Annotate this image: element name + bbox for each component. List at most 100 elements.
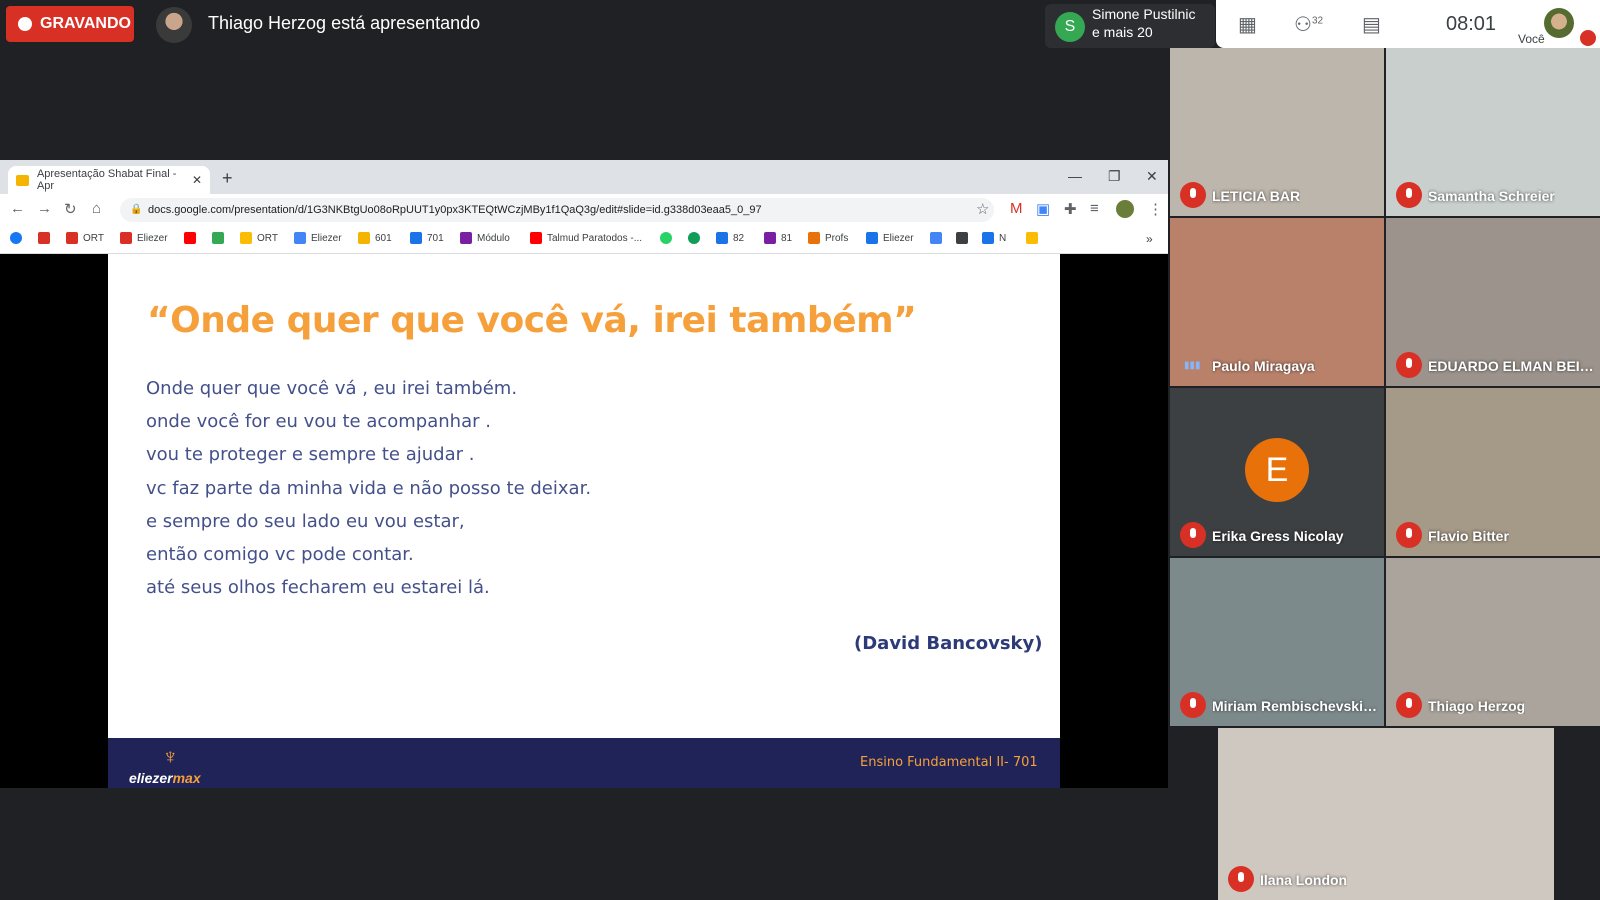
slide-title: “Onde quer que você vá, irei também” [147, 300, 917, 341]
bookmark-81[interactable]: 81 [764, 232, 792, 244]
pill-more: e mais 20 [1092, 24, 1153, 40]
participant-name: Flavio Bitter [1428, 528, 1509, 544]
school-logo: eliezermax [129, 770, 201, 786]
mic-off-icon [1396, 692, 1422, 718]
mic-off-icon [1396, 352, 1422, 378]
participant-name: Ilana London [1260, 872, 1348, 888]
bookmark-calendar-eliezer[interactable]: Eliezer [866, 232, 914, 244]
record-dot-icon [18, 17, 32, 31]
bookmark-82[interactable]: 82 [716, 232, 744, 244]
participant-tile[interactable]: Ilana London [1218, 728, 1554, 900]
profile-avatar[interactable] [1116, 200, 1134, 218]
people-count: 32 [1311, 15, 1324, 27]
self-label: Você [1518, 32, 1545, 46]
new-tab-icon[interactable]: + [222, 168, 233, 189]
slide-line: Onde quer que você vá , eu irei também. [146, 378, 518, 399]
slide-author: (David Bancovsky) [854, 633, 1043, 654]
participant-tile[interactable]: ▮▮▮ Paulo Miragaya [1170, 218, 1384, 386]
slide-line: e sempre do seu lado eu vou estar, [146, 511, 465, 532]
bookmark-drive-ort[interactable]: ORT [240, 232, 278, 244]
participant-name: Erika Gress Nicolay [1212, 528, 1344, 544]
back-icon[interactable]: ← [10, 200, 25, 217]
reload-icon[interactable]: ↻ [64, 200, 77, 218]
youtube-icon[interactable] [184, 232, 196, 244]
bookmark-ort[interactable]: ORT [66, 232, 104, 244]
logo-text-b: max [172, 770, 201, 786]
menu-icon[interactable]: ⋮ [1148, 200, 1163, 218]
mic-off-icon [1228, 866, 1254, 892]
slide-line: onde você for eu vou te acompanhar . [146, 411, 491, 432]
tab-title: Apresentação Shabat Final - Apr [36, 168, 177, 192]
slide-line: vc faz parte da minha vida e não posso t… [146, 478, 592, 499]
close-tab-icon[interactable]: ✕ [192, 173, 202, 187]
layout-grid-icon[interactable]: ▦ [1238, 12, 1257, 37]
participant-name: Paulo Miragaya [1212, 358, 1315, 374]
extensions-icon[interactable]: ✚ [1064, 200, 1077, 218]
star-bookmark-icon[interactable] [1026, 232, 1038, 244]
address-bar[interactable]: 🔒 docs.google.com/presentation/d/1G3NKBt… [120, 198, 994, 222]
self-avatar[interactable] [1544, 8, 1574, 38]
bookmark-701[interactable]: 701 [410, 232, 444, 244]
url-text: docs.google.com/presentation/d/1G3NKBtgU… [148, 204, 762, 216]
mic-off-icon [1396, 182, 1422, 208]
bookmark-profs[interactable]: Profs [808, 232, 848, 244]
presenter-status: Thiago Herzog está apresentando [208, 13, 481, 33]
recording-indicator: GRAVANDO [6, 6, 134, 42]
menorah-logo-icon: ♆ [162, 744, 179, 769]
home-icon[interactable]: ⌂ [92, 200, 101, 217]
slide-line: então comigo vc pode contar. [146, 544, 414, 565]
participant-name: LETICIA BAR [1212, 188, 1301, 204]
restore-icon[interactable]: ❐ [1108, 168, 1121, 185]
participant-avatar: E [1245, 438, 1309, 502]
pill-name: Simone Pustilnic [1092, 6, 1196, 22]
drive-icon[interactable] [212, 232, 224, 244]
people-icon[interactable]: ⚇32 [1294, 12, 1323, 37]
participant-tile[interactable]: EDUARDO ELMAN BEIL... [1386, 218, 1600, 386]
bookmark-modulo[interactable]: Módulo [460, 232, 510, 244]
bookmark-talmud[interactable]: Talmud Paratodos -... [530, 232, 642, 244]
participant-tile[interactable]: Thiago Herzog [1386, 558, 1600, 726]
gmail-extension-icon[interactable]: M [1010, 200, 1023, 217]
hangouts-icon[interactable] [688, 232, 700, 244]
participant-avatar: S [1055, 12, 1085, 42]
more-bookmarks-icon[interactable]: » [1146, 232, 1153, 246]
whatsapp-icon[interactable] [660, 232, 672, 244]
bookmark-601[interactable]: 601 [358, 232, 392, 244]
participant-name: Samantha Schreier [1428, 188, 1555, 204]
docs-icon[interactable] [956, 232, 968, 244]
speaking-indicator-icon: ▮▮▮ [1184, 360, 1201, 371]
mic-off-icon [1180, 692, 1206, 718]
participant-tile[interactable]: LETICIA BAR [1170, 48, 1384, 216]
participant-name: Thiago Herzog [1428, 698, 1526, 714]
participant-name: EDUARDO ELMAN BEIL... [1428, 358, 1594, 374]
bookmark-n[interactable]: N [982, 232, 1006, 244]
facebook-icon[interactable] [10, 232, 22, 244]
calendar-icon[interactable] [930, 232, 942, 244]
chat-icon[interactable]: ▤ [1362, 12, 1381, 37]
forward-icon[interactable]: → [37, 200, 52, 217]
browser-tab[interactable]: Apresentação Shabat Final - Apr ✕ [8, 166, 210, 194]
participant-tile[interactable]: Miriam Rembischevski ... [1170, 558, 1384, 726]
participant-tile[interactable]: Samantha Schreier [1386, 48, 1600, 216]
media-icon[interactable]: ≡ [1090, 200, 1099, 217]
slides-icon [16, 174, 29, 186]
minimize-icon[interactable]: — [1068, 168, 1082, 184]
translate-extension-icon[interactable]: ▣ [1036, 200, 1050, 218]
mic-off-icon [1396, 522, 1422, 548]
slide-footer-text: Ensino Fundamental II- 701 [860, 755, 1038, 770]
participant-tile[interactable]: Flavio Bitter [1386, 388, 1600, 556]
presenter-avatar [156, 7, 192, 43]
mic-off-icon [1580, 30, 1596, 46]
slide-line: vou te proteger e sempre te ajudar . [146, 444, 475, 465]
close-window-icon[interactable]: ✕ [1146, 168, 1158, 185]
participant-tile[interactable]: E Erika Gress Nicolay [1170, 388, 1384, 556]
star-icon[interactable]: ☆ [976, 200, 989, 218]
lock-icon: 🔒 [130, 204, 143, 215]
logo-text-a: eliezer [129, 770, 173, 786]
participant-name: Miriam Rembischevski ... [1212, 698, 1378, 714]
slide-line: até seus olhos fecharem eu estarei lá. [146, 577, 490, 598]
bookmark-eliezer[interactable]: Eliezer [120, 232, 168, 244]
bookmark-drive-eliezer[interactable]: Eliezer [294, 232, 342, 244]
mic-off-icon [1180, 182, 1206, 208]
gmail-icon[interactable] [38, 232, 50, 244]
